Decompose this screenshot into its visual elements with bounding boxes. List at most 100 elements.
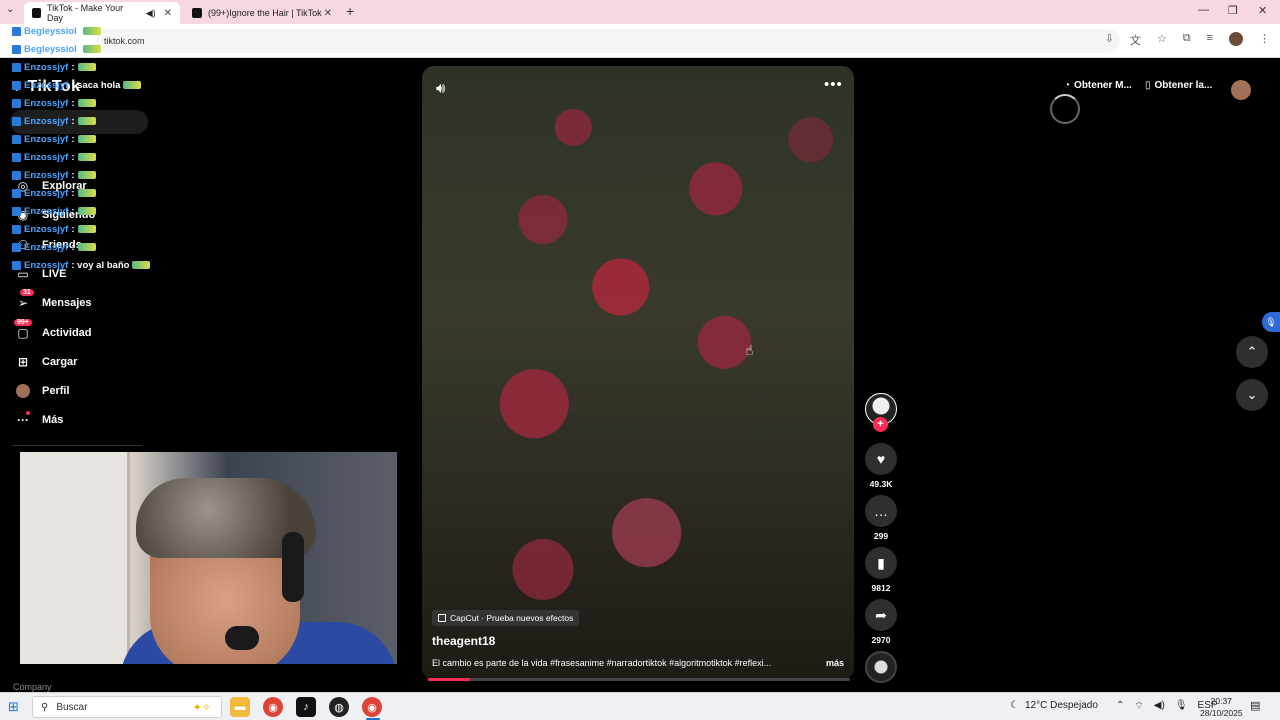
tiktok-app-icon[interactable]: ♪	[296, 697, 316, 717]
comment-action[interactable]: … 299	[864, 495, 898, 541]
next-video-button[interactable]: ⌄	[1236, 379, 1268, 411]
chat-username: Enzossjyf	[24, 169, 69, 181]
search-icon: ⚲	[41, 701, 49, 713]
chat-username: Enzossjyf	[24, 61, 69, 73]
url-field[interactable]: tiktok.com	[96, 29, 1120, 53]
tab-tiktok[interactable]: TikTok - Make Your Day ◀) ✕	[24, 2, 180, 24]
notification-icon[interactable]: ▤	[1250, 699, 1260, 712]
like-action[interactable]: ♥ 49.3K	[864, 443, 898, 489]
window-close-icon[interactable]: ✕	[1258, 4, 1267, 17]
microphone	[225, 626, 259, 650]
obs-icon[interactable]: ◍	[329, 697, 349, 717]
speaker-icon[interactable]: ◀)	[146, 8, 156, 19]
share-action[interactable]: ➦ 2970	[864, 599, 898, 645]
translate-icon[interactable]: 文	[1130, 32, 1141, 48]
volume-icon[interactable]: 🔊︎	[436, 80, 445, 97]
emote-icon	[77, 189, 96, 197]
loading-spinner-icon	[1050, 94, 1080, 124]
tiktok-favicon-icon	[32, 8, 41, 18]
chat-badge-icon	[12, 80, 21, 90]
emote-icon	[132, 261, 151, 269]
footer-company-link[interactable]: Company	[13, 682, 52, 692]
follow-button[interactable]: +	[873, 417, 888, 432]
network-icon[interactable]: ⌔	[1134, 700, 1143, 713]
chat-badge-icon	[12, 116, 21, 126]
chat-username: Enzossjyf	[24, 97, 69, 109]
clock[interactable]: 20:37 28/10/2025	[1200, 695, 1243, 719]
get-desktop-app-button[interactable]: ▯ Obtener la...	[1145, 80, 1212, 91]
chat-text: :	[71, 97, 75, 109]
avatar[interactable]	[1231, 80, 1251, 100]
chat-badge-icon	[12, 44, 21, 54]
microphone-icon[interactable]: 🎙︎	[1175, 700, 1188, 713]
get-app-label: Obtener la...	[1154, 80, 1213, 91]
heart-icon: ♥	[865, 443, 897, 475]
chat-message: Begleyssiol	[12, 40, 162, 58]
minimize-icon[interactable]: —	[1198, 4, 1209, 16]
browser-toolbar-icons: ⇩ 文 ☆ ⧉ ≡ ⋮	[1105, 32, 1270, 48]
taskbar-search-input[interactable]: ⚲ Buscar ✦✧	[32, 696, 222, 718]
chat-message: Enzossjyf:	[12, 112, 162, 130]
video-progress-bar[interactable]	[428, 678, 850, 681]
emote-icon	[82, 27, 101, 35]
sidebar-item-mensajes[interactable]: ➢ 31 Mensajes	[16, 289, 92, 310]
chat-badge-icon	[12, 242, 21, 252]
restore-icon[interactable]: ❐	[1228, 4, 1238, 17]
video-more-icon[interactable]: •••	[824, 76, 843, 93]
sidebar-item-label: Cargar	[42, 356, 78, 368]
emote-icon	[77, 207, 96, 215]
sidebar-item-cargar[interactable]: ⊞ Cargar	[16, 355, 78, 369]
chat-message: Enzossjyf:	[12, 220, 162, 238]
emote-icon	[77, 243, 96, 251]
new-tab-icon[interactable]: +	[346, 3, 354, 19]
volume-icon[interactable]: ◀)	[1154, 700, 1165, 713]
tab-search-icon[interactable]: ⌄	[6, 4, 14, 15]
get-app-icon: ◔	[1064, 80, 1071, 91]
bookmark-icon: ▮	[865, 547, 897, 579]
chevron-up-icon[interactable]: ⌃	[1116, 700, 1124, 713]
save-action[interactable]: ▮ 9812	[864, 547, 898, 593]
stream-chat-overlay: Begleyssiol Begleyssiol Enzossjyf: Enzossjy…	[12, 22, 162, 274]
screen: ⌄ TikTok - Make Your Day ◀) ✕ (99+)Ignor…	[0, 0, 1280, 720]
emote-icon	[77, 135, 96, 143]
browser-tab-strip: ⌄ TikTok - Make Your Day ◀) ✕ (99+)Ignor…	[0, 0, 1280, 24]
file-explorer-icon[interactable]: ▬	[230, 697, 250, 717]
music-disc[interactable]	[865, 651, 897, 683]
chrome-alt-icon[interactable]: ◉	[362, 697, 382, 717]
chat-text: :	[71, 241, 75, 253]
chevron-down-icon: ⌄	[1246, 387, 1258, 402]
caption-more-button[interactable]: más	[826, 658, 844, 668]
video-author[interactable]: theagent18	[432, 634, 495, 648]
close-icon[interactable]: ✕	[324, 8, 332, 19]
close-icon[interactable]: ✕	[164, 8, 172, 19]
microphone-icon[interactable]: 🎙︎	[1262, 312, 1280, 332]
chat-badge-icon	[12, 206, 21, 216]
tab-ignore-the-hair[interactable]: (99+)Ignore the Hair | TikTok ✕	[184, 2, 340, 24]
tab-title: (99+)Ignore the Hair | TikTok	[208, 8, 322, 18]
sidebar-item-perfil[interactable]: Perfil	[16, 384, 70, 398]
previous-video-button[interactable]: ⌃	[1236, 336, 1268, 368]
chat-username: Enzossjyf	[24, 187, 69, 199]
get-app-label: Obtener M...	[1074, 80, 1132, 91]
weather-widget[interactable]: ☾ 12°C Despejado	[1010, 700, 1098, 711]
sidebar-item-mas[interactable]: ··· Más	[16, 411, 63, 427]
chrome-icon[interactable]: ◉	[263, 697, 283, 717]
effect-label: CapCut · Prueba nuevos efectos	[450, 613, 574, 623]
media-control-icon[interactable]: ≡	[1207, 32, 1213, 48]
video-player[interactable]	[422, 66, 854, 680]
chat-badge-icon	[12, 188, 21, 198]
extensions-icon[interactable]: ⧉	[1183, 32, 1191, 48]
video-caption: El cambio es parte de la vida #frasesani…	[432, 658, 852, 668]
chat-text: :	[71, 151, 75, 163]
install-app-icon[interactable]: ⇩	[1105, 32, 1114, 48]
effect-tag[interactable]: CapCut · Prueba nuevos efectos	[432, 610, 580, 626]
sidebar-item-actividad[interactable]: ▢ 99+ Actividad	[14, 319, 92, 340]
get-app-button[interactable]: ◔ Obtener M...	[1064, 80, 1132, 91]
browser-menu-icon[interactable]: ⋮	[1259, 32, 1270, 48]
windows-start-icon[interactable]: ⊞	[8, 699, 19, 715]
sidebar-item-label: Perfil	[42, 385, 70, 397]
chat-badge-icon	[12, 224, 21, 234]
sidebar-item-label: Actividad	[42, 327, 92, 339]
bookmark-star-icon[interactable]: ☆	[1157, 32, 1167, 48]
profile-avatar[interactable]	[1229, 32, 1243, 46]
